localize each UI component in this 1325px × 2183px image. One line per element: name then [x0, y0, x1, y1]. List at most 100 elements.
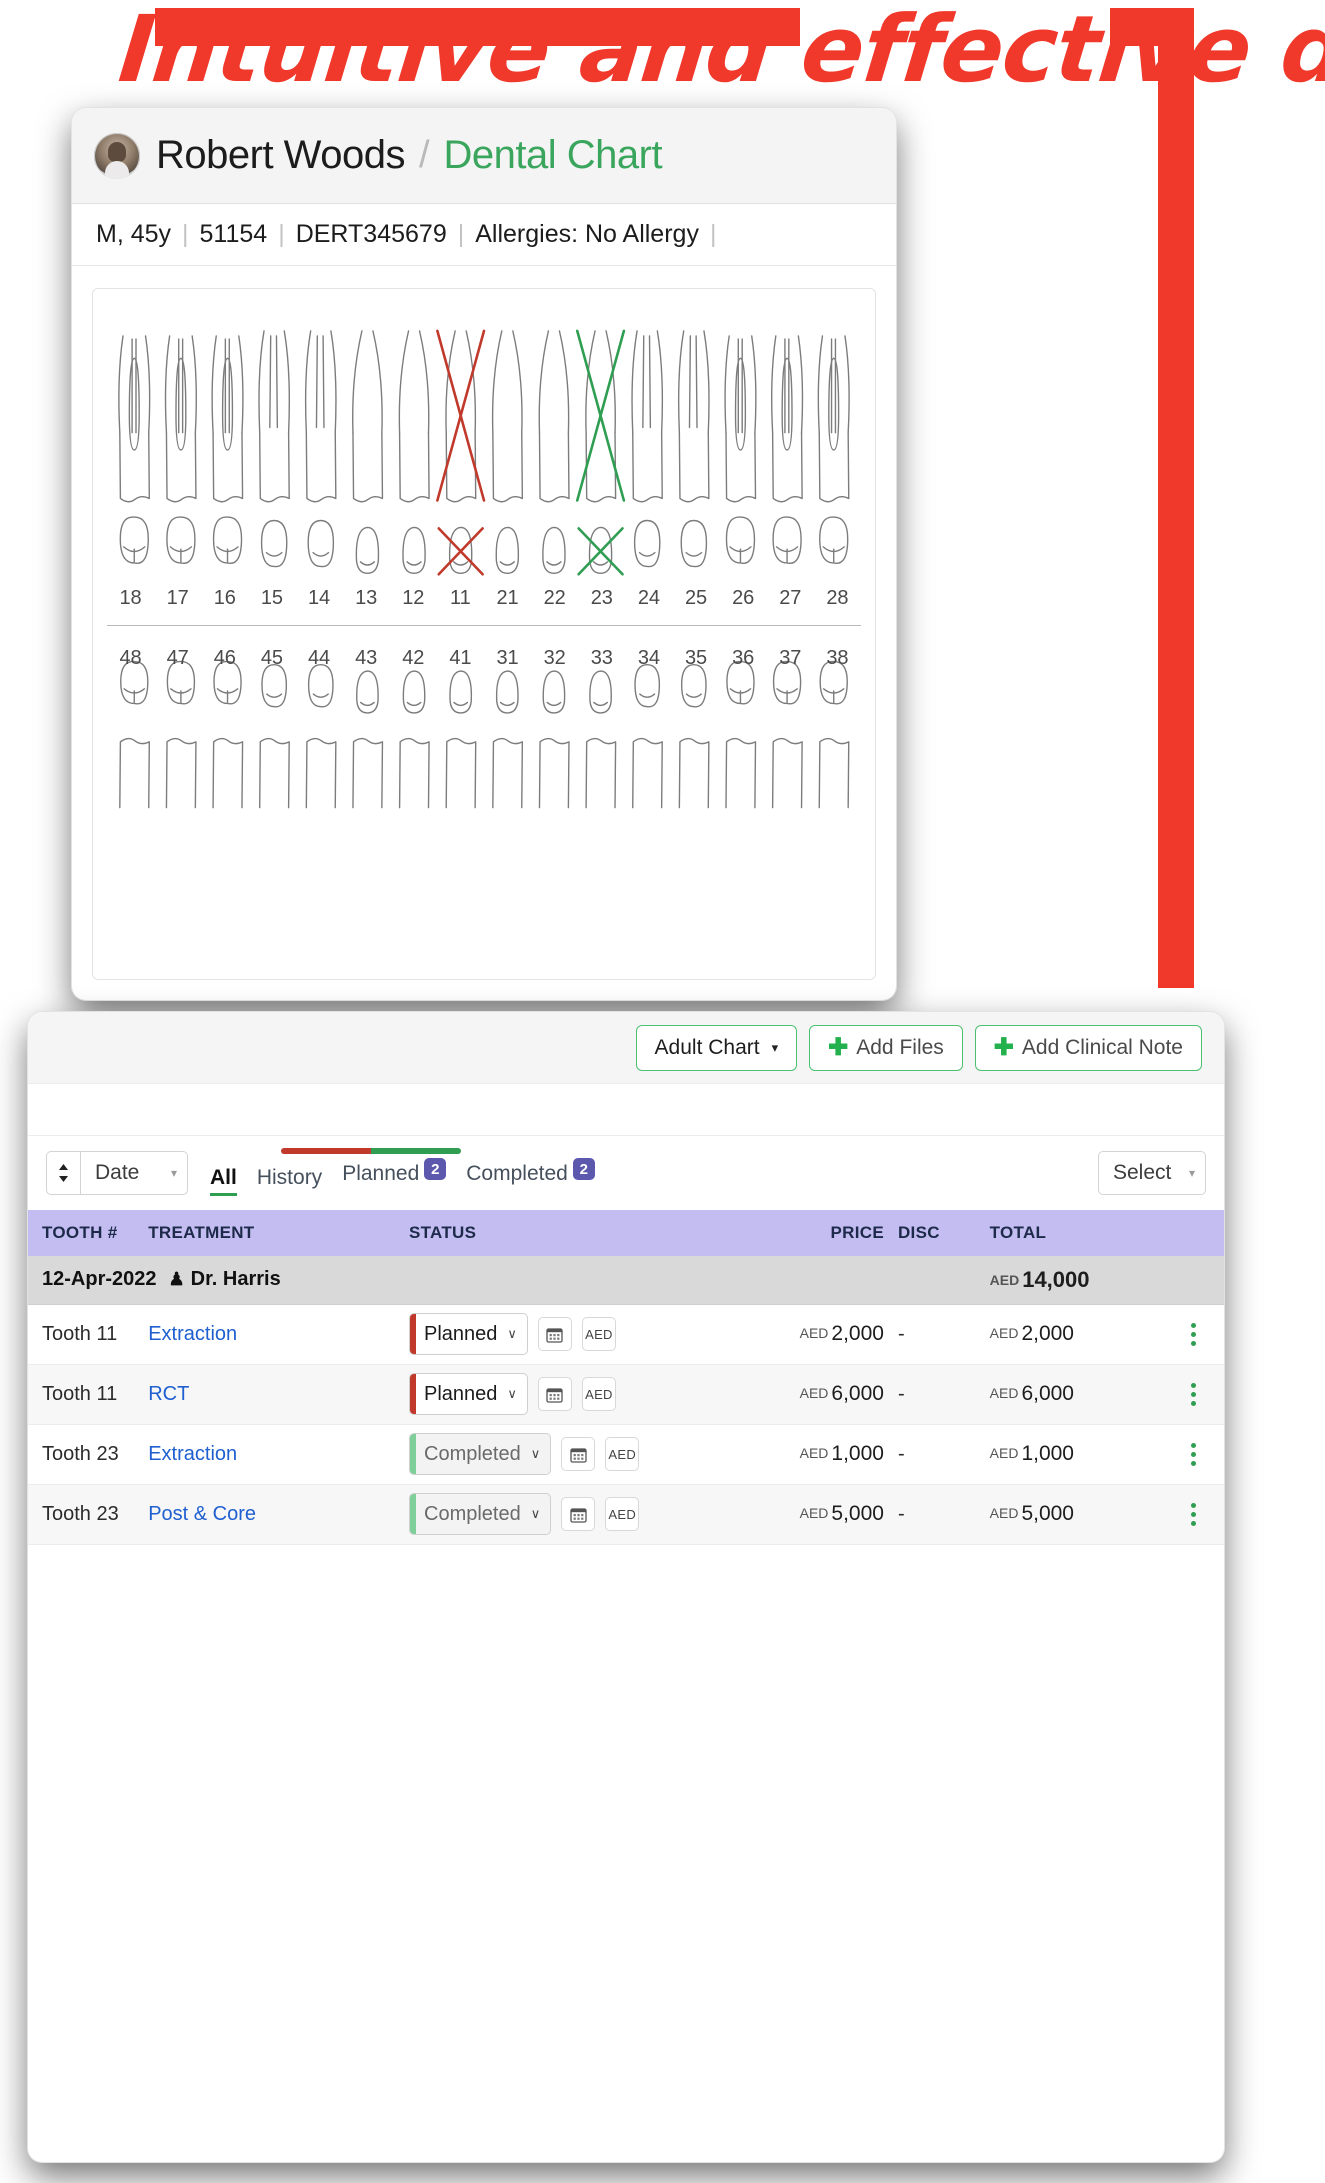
tooth-number-47[interactable]: 47 [154, 647, 201, 670]
row-actions [1162, 1484, 1224, 1545]
currency-code: AED [799, 1505, 829, 1521]
toolbar-spacer [28, 1084, 1224, 1136]
tooth-number-33[interactable]: 33 [578, 647, 625, 670]
tooth-number-46[interactable]: 46 [201, 647, 248, 670]
table-row[interactable]: Tooth 11 RCT Planned ∨ AED AED 6,000- AED 6,000 [28, 1364, 1224, 1425]
row-actions [1162, 1304, 1224, 1365]
adult-chart-label: Adult Chart [654, 1035, 760, 1059]
tooth-number-34[interactable]: 34 [625, 647, 672, 670]
tooth-number-16[interactable]: 16 [201, 587, 248, 610]
tooth-number-26[interactable]: 26 [720, 587, 767, 610]
currency-code: AED [989, 1505, 1019, 1521]
patient-allergies: Allergies: No Allergy [475, 220, 699, 248]
currency-code: AED [799, 1385, 829, 1401]
tooth-number-42[interactable]: 42 [390, 647, 437, 670]
column-actions [1162, 1210, 1224, 1256]
demo-separator-4: | [709, 220, 717, 248]
tooth-number-37[interactable]: 37 [767, 647, 814, 670]
bulk-select-dropdown[interactable]: Select ▾ [1098, 1151, 1206, 1195]
breadcrumb-separator: / [418, 134, 430, 176]
updown-arrow-icon [59, 1164, 68, 1182]
chevron-down-icon: ∨ [507, 1386, 517, 1401]
treatment-link[interactable]: RCT [148, 1383, 189, 1405]
kebab-menu-icon[interactable] [1163, 1322, 1224, 1346]
tooth-number-17[interactable]: 17 [154, 587, 201, 610]
tooth-number-25[interactable]: 25 [673, 587, 720, 610]
calendar-icon[interactable] [537, 1317, 572, 1351]
tooth-number-27[interactable]: 27 [767, 587, 814, 610]
group-date: 12-Apr-2022 [42, 1268, 157, 1291]
table-row[interactable]: Tooth 11 Extraction Planned ∨ AED AED 2,000- AE… [28, 1304, 1224, 1365]
currency-button[interactable]: AED [581, 1377, 616, 1411]
calendar-icon[interactable] [561, 1437, 596, 1471]
currency-code: AED [989, 1325, 1019, 1341]
add-files-button[interactable]: ✚ Add Files [809, 1024, 963, 1071]
group-doctor-name: Dr. Harris [190, 1268, 281, 1291]
status-select[interactable]: Planned ∨ [409, 1373, 528, 1415]
column-price: PRICE [745, 1210, 898, 1256]
column-disc: DISC [897, 1210, 990, 1256]
tooth-number-28[interactable]: 28 [814, 587, 861, 610]
tooth-number-36[interactable]: 36 [720, 647, 767, 670]
tab-history[interactable]: History [257, 1166, 322, 1196]
treatment-link[interactable]: Extraction [148, 1443, 237, 1465]
tooth-number-18[interactable]: 18 [107, 587, 154, 610]
treatment-table-header: TOOTH # TREATMENT STATUS PRICE DISC TOTA… [28, 1210, 1224, 1256]
tooth-number-21[interactable]: 21 [484, 587, 531, 610]
tooth-number-35[interactable]: 35 [673, 647, 720, 670]
teeth-diagram[interactable] [93, 289, 875, 979]
status-select[interactable]: Completed ∨ [409, 1493, 552, 1535]
currency-code: AED [989, 1445, 1019, 1461]
status-select[interactable]: Planned ∨ [409, 1313, 528, 1355]
tooth-number-45[interactable]: 45 [248, 647, 295, 670]
tooth-number-13[interactable]: 13 [343, 587, 390, 610]
status-value: Planned [424, 1322, 498, 1345]
tab-completed[interactable]: Completed 2 [466, 1158, 595, 1196]
tooth-number-31[interactable]: 31 [484, 647, 531, 670]
treatment-link[interactable]: Post & Core [148, 1503, 256, 1525]
tooth-number-14[interactable]: 14 [296, 587, 343, 610]
tooth-number-12[interactable]: 12 [390, 587, 437, 610]
tooth-number-44[interactable]: 44 [296, 647, 343, 670]
tooth-number-38[interactable]: 38 [814, 647, 861, 670]
tooth-number-48[interactable]: 48 [107, 647, 154, 670]
sort-control[interactable]: Date ▾ [46, 1151, 188, 1195]
tab-all[interactable]: All [210, 1166, 237, 1196]
add-clinical-note-button[interactable]: ✚ Add Clinical Note [974, 1024, 1202, 1071]
tab-planned[interactable]: Planned 2 [342, 1158, 447, 1196]
sort-field-value: Date [95, 1161, 140, 1184]
row-tooth-number: Tooth 11 [28, 1364, 149, 1425]
tooth-number-32[interactable]: 32 [531, 647, 578, 670]
currency-button[interactable]: AED [605, 1437, 640, 1471]
sort-field-select[interactable]: Date ▾ [80, 1151, 188, 1195]
kebab-menu-icon[interactable] [1163, 1382, 1224, 1406]
chevron-down-icon: ∨ [530, 1506, 541, 1521]
kebab-menu-icon[interactable] [1163, 1502, 1224, 1526]
calendar-icon[interactable] [537, 1377, 572, 1411]
dental-chart-card: Robert Woods / Dental Chart M, 45y | 511… [72, 108, 896, 1000]
row-total: AED 1,000 [989, 1424, 1163, 1485]
adult-chart-dropdown[interactable]: Adult Chart ▾ [635, 1024, 798, 1071]
treatment-link[interactable]: Extraction [148, 1323, 237, 1345]
sort-direction-icon[interactable] [46, 1151, 80, 1195]
currency-button[interactable]: AED [581, 1317, 616, 1351]
tooth-number-23[interactable]: 23 [578, 587, 625, 610]
tooth-number-11[interactable]: 11 [437, 587, 484, 610]
row-treatment-cell: Extraction [148, 1424, 409, 1485]
tooth-number-41[interactable]: 41 [437, 647, 484, 670]
tooth-number-24[interactable]: 24 [625, 587, 672, 610]
row-price: AED 5,000 [745, 1484, 898, 1545]
odontogram[interactable]: 18 17 16 15 14 13 12 11 21 22 23 24 25 26 27 28 48 47 46 4… [92, 288, 876, 980]
table-row[interactable]: Tooth 23 Post & Core Completed ∨ AED AED 5,000… [28, 1484, 1224, 1545]
table-row[interactable]: Tooth 23 Extraction Completed ∨ AED AED 1,000-… [28, 1424, 1224, 1485]
column-tooth: TOOTH # [28, 1210, 149, 1256]
row-tooth-number: Tooth 23 [28, 1424, 149, 1485]
tooth-number-43[interactable]: 43 [343, 647, 390, 670]
calendar-icon[interactable] [561, 1497, 596, 1531]
kebab-menu-icon[interactable] [1163, 1442, 1224, 1466]
tooth-number-22[interactable]: 22 [531, 587, 578, 610]
tooth-number-15[interactable]: 15 [248, 587, 295, 610]
amount-value: 2,000 [831, 1322, 884, 1345]
status-select[interactable]: Completed ∨ [409, 1433, 552, 1475]
currency-button[interactable]: AED [605, 1497, 640, 1531]
